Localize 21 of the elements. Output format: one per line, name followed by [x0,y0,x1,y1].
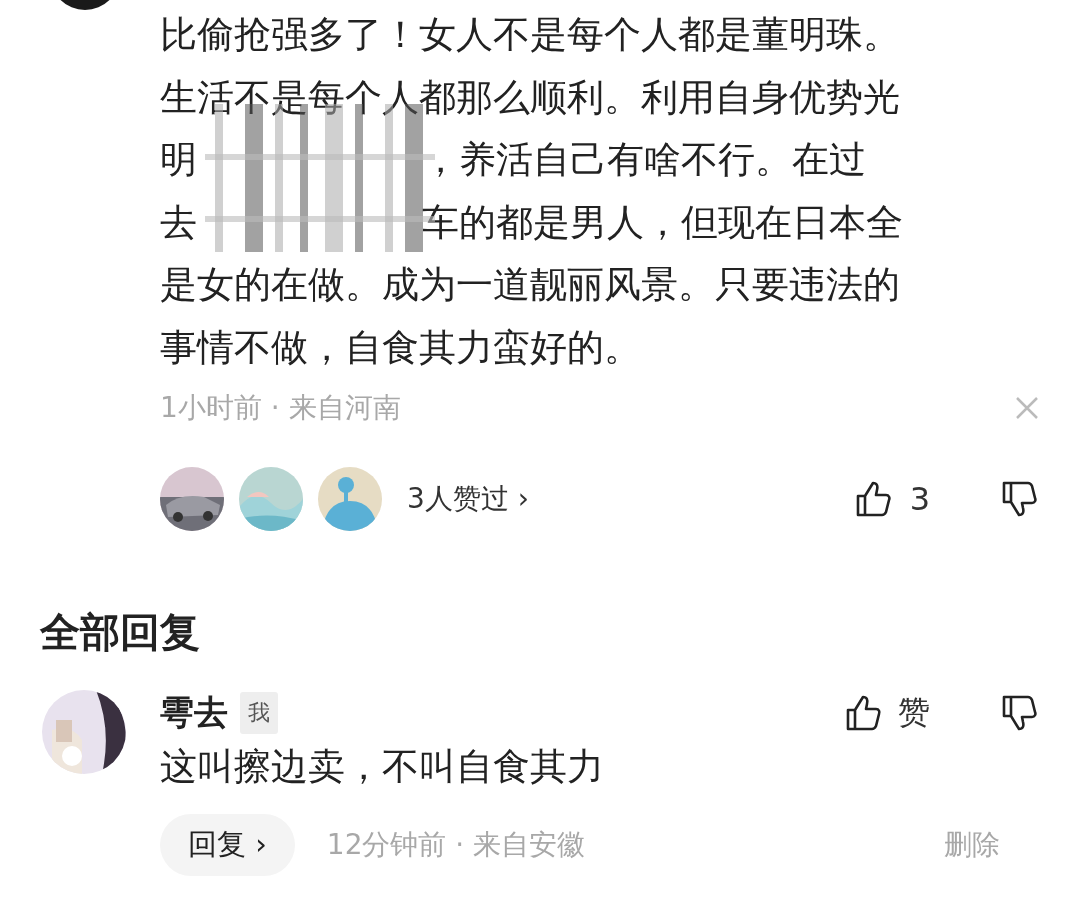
thumbs-up-icon[interactable] [844,693,884,733]
reply-meta: 12分钟前 · 来自安徽 [326,827,586,863]
comment-meta: 1小时前 · 来自河南 [160,390,401,426]
reply-button[interactable]: 回复 › [160,814,295,876]
comment-text: ，养活自己有啥不行。在过 [422,137,866,183]
author-tag: 我 [240,692,278,734]
thumbs-down-icon[interactable] [1000,479,1040,519]
section-heading: 全部回复 [40,608,201,657]
comment-text: 是女的在做。成为一道靓丽风景。只要违法的 [160,262,900,308]
comment-text: 去 [160,199,197,246]
like-label[interactable]: 赞 [898,691,930,735]
comment-text: 车的都是男人，但现在日本全 [422,199,903,246]
like-count: 3 [909,480,930,518]
thumbs-down-icon[interactable] [1000,693,1040,733]
comment-text: 明 [160,137,197,183]
user-name[interactable]: 雩去 [160,690,228,736]
comment-text: 比偷抢强多了！女人不是每个人都是董明珠。 [160,12,900,58]
comment-text: 生活不是每个人都那么顺利。利用自身优势光 [160,74,900,121]
likers-link[interactable]: 3人赞过 › [407,480,529,518]
reply-text: 这叫擦边卖，不叫自食其力 [160,744,605,790]
comment-text: 事情不做，自食其力蛮好的。 [160,324,641,371]
